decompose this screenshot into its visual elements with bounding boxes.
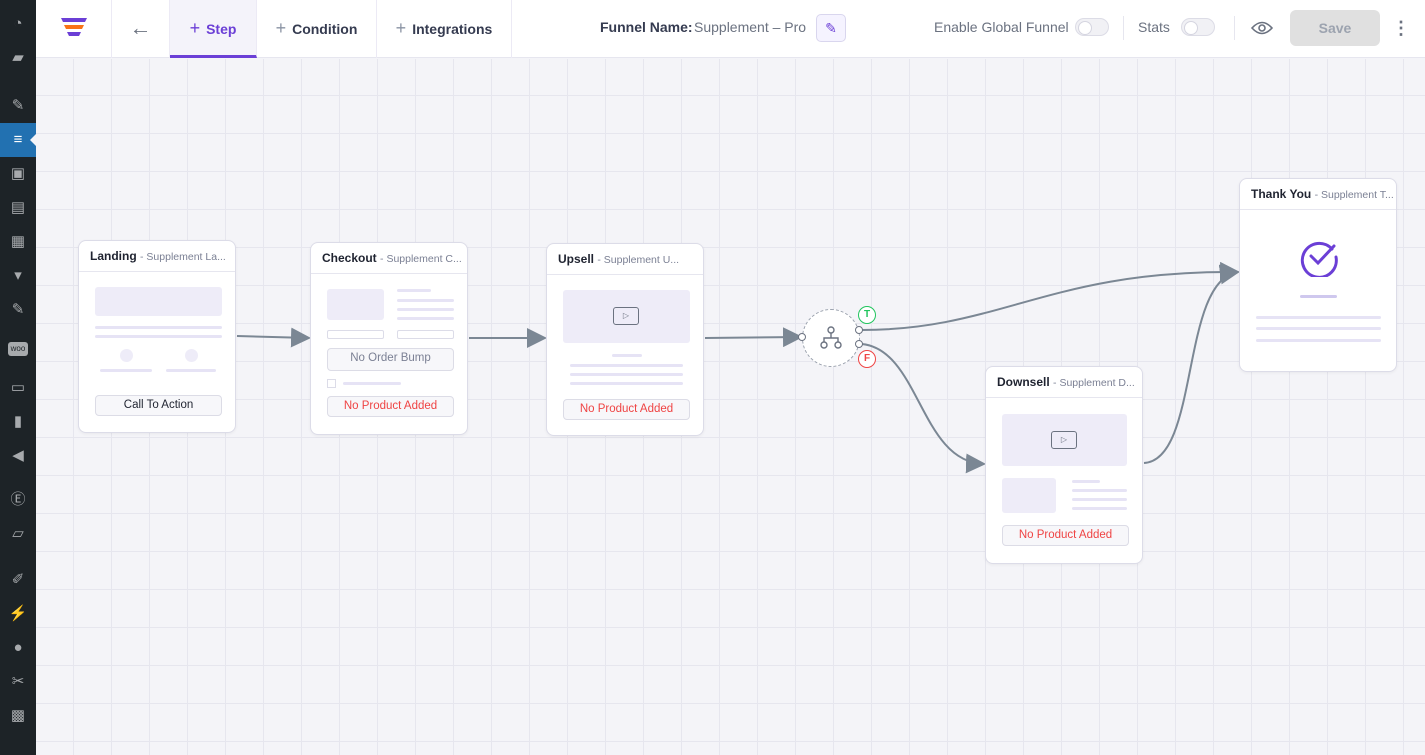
edge-upsell-condition[interactable] bbox=[704, 327, 803, 348]
edge-downsell-thankyou[interactable] bbox=[1143, 264, 1240, 464]
feature-icon-placeholder bbox=[120, 349, 133, 362]
node-type: Checkout bbox=[322, 251, 377, 265]
branch-icon bbox=[820, 326, 842, 349]
placeholder-line bbox=[1256, 316, 1381, 319]
placeholder-line bbox=[166, 369, 216, 372]
edge-landing-checkout[interactable] bbox=[236, 327, 311, 348]
placeholder-line bbox=[1072, 489, 1127, 492]
image-placeholder bbox=[327, 289, 384, 320]
node-header: Downsell - Supplement D... bbox=[986, 367, 1142, 398]
field-placeholder bbox=[397, 330, 454, 339]
feature-icon-placeholder bbox=[185, 349, 198, 362]
node-header: Upsell - Supplement U... bbox=[547, 244, 703, 275]
node-type: Downsell bbox=[997, 375, 1050, 389]
node-header: Checkout - Supplement C... bbox=[311, 243, 467, 274]
placeholder-line bbox=[612, 354, 642, 357]
condition-false-port[interactable] bbox=[855, 340, 863, 348]
order-bump-button[interactable]: No Order Bump bbox=[327, 348, 454, 371]
placeholder-line bbox=[1300, 295, 1337, 298]
true-badge: T bbox=[858, 306, 876, 324]
placeholder-line bbox=[1072, 507, 1127, 510]
node-name: - Supplement T... bbox=[1314, 189, 1394, 201]
step-node-checkout[interactable]: Checkout - Supplement C... No Order Bump… bbox=[310, 242, 468, 435]
call-to-action-button[interactable]: Call To Action bbox=[95, 395, 222, 416]
node-name: - Supplement D... bbox=[1053, 377, 1135, 389]
checkbox-placeholder bbox=[327, 379, 336, 388]
step-node-downsell[interactable]: Downsell - Supplement D... ▷ No Product … bbox=[985, 366, 1143, 564]
placeholder-line bbox=[397, 299, 454, 302]
placeholder-line bbox=[343, 382, 401, 385]
edge-false-downsell[interactable] bbox=[861, 343, 986, 474]
condition-input-port[interactable] bbox=[798, 333, 806, 341]
placeholder-line bbox=[1256, 339, 1381, 342]
play-icon: ▷ bbox=[613, 307, 639, 325]
placeholder-line bbox=[100, 369, 152, 372]
check-circle-icon bbox=[1300, 241, 1338, 277]
condition-node[interactable] bbox=[802, 309, 860, 367]
video-placeholder: ▷ bbox=[563, 290, 690, 343]
placeholder-line bbox=[1256, 327, 1381, 330]
placeholder-line bbox=[95, 335, 222, 338]
node-type: Landing bbox=[90, 249, 137, 263]
placeholder-line bbox=[1072, 498, 1127, 501]
node-header: Landing - Supplement La... bbox=[79, 241, 235, 272]
hero-placeholder bbox=[95, 287, 222, 316]
false-badge: F bbox=[858, 350, 876, 368]
play-icon: ▷ bbox=[1051, 431, 1077, 449]
video-placeholder: ▷ bbox=[1002, 414, 1127, 466]
edge-true-thankyou[interactable] bbox=[861, 261, 1240, 331]
no-product-button[interactable]: No Product Added bbox=[1002, 525, 1129, 546]
step-node-thank-you[interactable]: Thank You - Supplement T... bbox=[1239, 178, 1397, 372]
node-header: Thank You - Supplement T... bbox=[1240, 179, 1396, 210]
placeholder-line bbox=[570, 382, 683, 385]
placeholder-line bbox=[1072, 480, 1100, 483]
placeholder-line bbox=[397, 317, 454, 320]
no-product-button[interactable]: No Product Added bbox=[563, 399, 690, 420]
node-type: Upsell bbox=[558, 252, 595, 266]
no-product-button[interactable]: No Product Added bbox=[327, 396, 454, 417]
node-name: - Supplement U... bbox=[597, 254, 680, 266]
field-placeholder bbox=[327, 330, 384, 339]
node-name: - Supplement C... bbox=[380, 253, 462, 265]
condition-true-port[interactable] bbox=[855, 326, 863, 334]
step-node-upsell[interactable]: Upsell - Supplement U... ▷ No Product Ad… bbox=[546, 243, 704, 436]
node-type: Thank You bbox=[1251, 187, 1312, 201]
placeholder-line bbox=[570, 364, 683, 367]
placeholder-line bbox=[397, 308, 454, 311]
image-placeholder bbox=[1002, 478, 1056, 513]
placeholder-line bbox=[397, 289, 431, 292]
placeholder-line bbox=[95, 326, 222, 329]
placeholder-line bbox=[570, 373, 683, 376]
node-name: - Supplement La... bbox=[140, 251, 226, 263]
step-node-landing[interactable]: Landing - Supplement La... Call To Actio… bbox=[78, 240, 236, 433]
